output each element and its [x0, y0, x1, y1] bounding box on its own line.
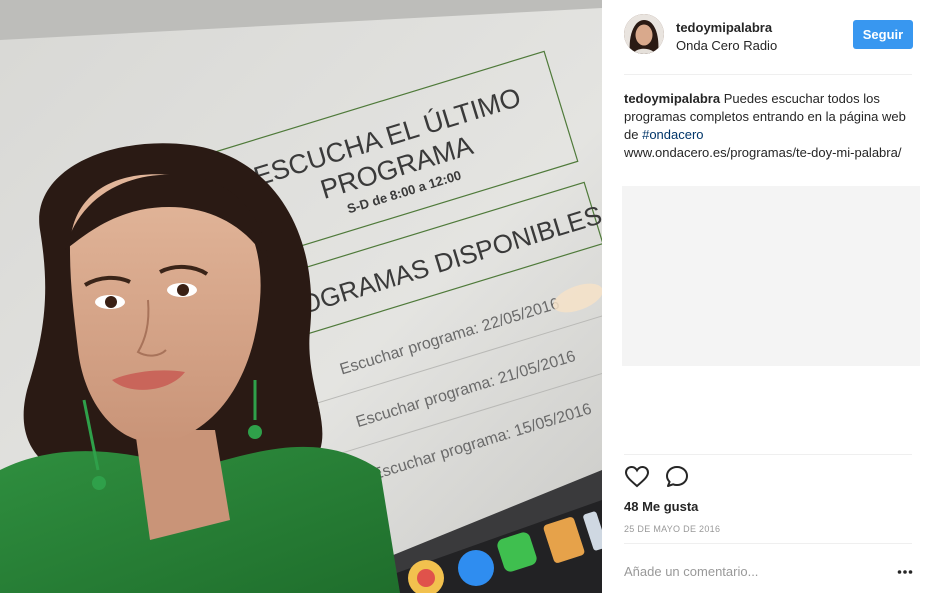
actions-divider: [624, 454, 912, 455]
more-options-icon[interactable]: [896, 565, 914, 577]
caption-url: www.ondacero.es/programas/te-doy-mi-pala…: [624, 145, 902, 160]
earring-right: [248, 425, 262, 439]
comments-area: [622, 186, 920, 366]
header-username[interactable]: tedoymipalabra: [676, 20, 772, 35]
caption-hashtag[interactable]: #ondacero: [642, 127, 703, 142]
post-caption: tedoymipalabra Puedes escuchar todos los…: [624, 90, 912, 162]
post-header: tedoymipalabra Onda Cero Radio Seguir: [624, 14, 914, 58]
messages-app-icon: [458, 550, 494, 586]
avatar-image: [624, 14, 664, 54]
header-location[interactable]: Onda Cero Radio: [676, 38, 777, 53]
avatar[interactable]: [624, 14, 664, 54]
likes-count[interactable]: 48 Me gusta: [624, 499, 698, 514]
post-actions: [624, 464, 744, 490]
post-details-panel: tedoymipalabra Onda Cero Radio Seguir te…: [602, 0, 932, 593]
comment-input[interactable]: [624, 562, 874, 580]
post-photo[interactable]: ESCUCHA EL ÚLTIMO PROGRAMA S-D de 8:00 a…: [0, 0, 602, 593]
follow-button[interactable]: Seguir: [853, 20, 913, 49]
caption-username[interactable]: tedoymipalabra: [624, 91, 720, 106]
header-divider: [624, 74, 912, 75]
heart-icon[interactable]: [624, 464, 650, 490]
earring-left: [92, 476, 106, 490]
comment-icon[interactable]: [664, 464, 690, 490]
comment-divider: [624, 543, 912, 544]
post-photo-illustration: ESCUCHA EL ÚLTIMO PROGRAMA S-D de 8:00 a…: [0, 0, 602, 593]
post-date: 25 DE MAYO DE 2016: [624, 524, 721, 534]
